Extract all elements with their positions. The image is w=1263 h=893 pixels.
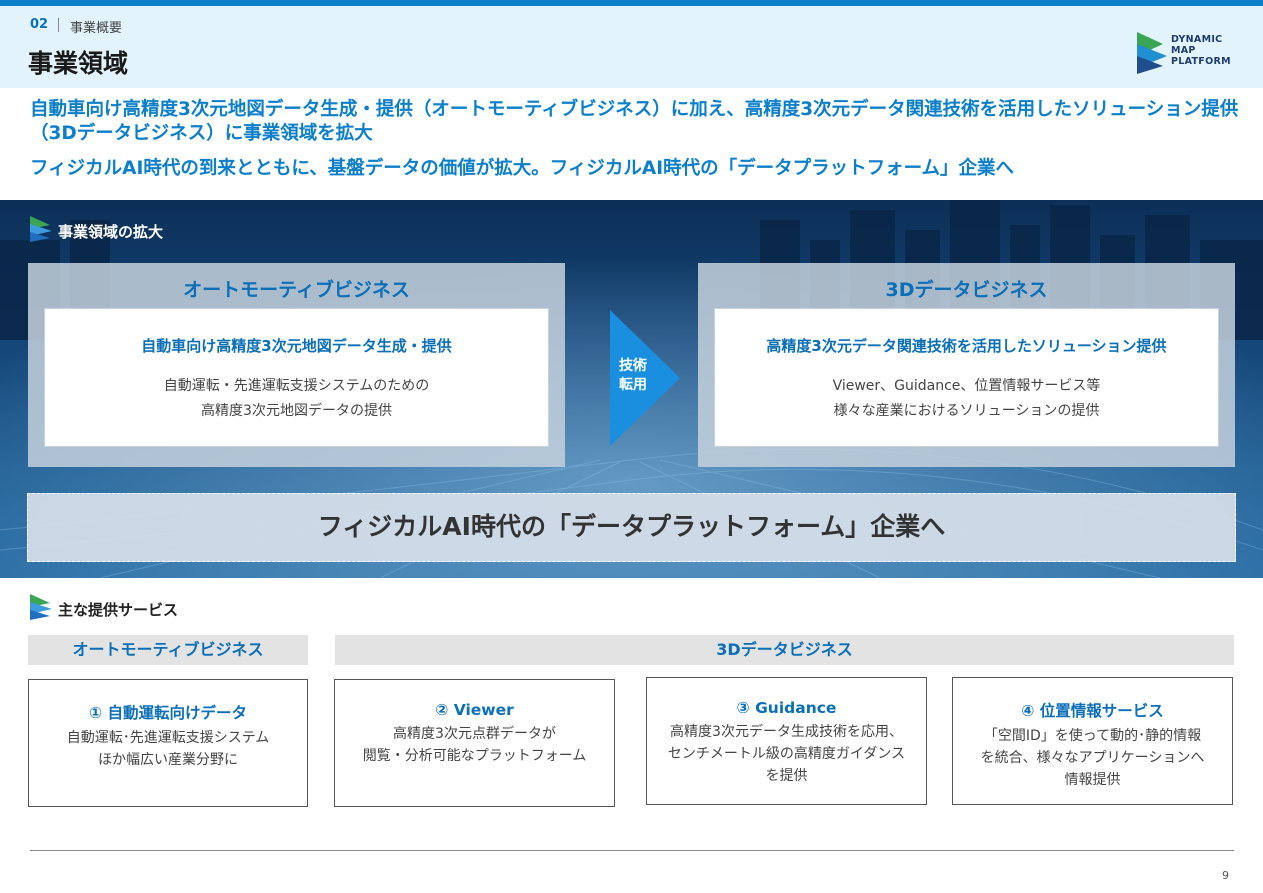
service-card-title: ② Viewer	[435, 701, 514, 719]
3d-data-description-line-2: 様々な産業におけるソリューションの提供	[833, 403, 1100, 419]
section-name: 事業概要	[70, 21, 123, 36]
tech-transfer-label-line-2: 転用	[619, 377, 647, 393]
footer-divider	[30, 850, 1234, 851]
platform-vision-text: フィジカルAI時代の「データプラットフォーム」企業へ	[317, 512, 946, 541]
category-automotive: オートモーティブビジネス	[28, 635, 308, 665]
3d-data-inner-heading: 高精度3次元データ関連技術を活用したソリューション提供	[766, 337, 1167, 355]
automotive-inner-heading: 自動車向け高精度3次元地図データ生成・提供	[141, 337, 452, 355]
service-card-description: 「空間ID」を使って動的･静的情報 を統合、様々なアプリケーションへ 情報提供	[953, 725, 1232, 791]
service-card-guidance: ③ Guidance 高精度3次元データ生成技術を応用、 センチメートル級の高精…	[646, 677, 927, 805]
3d-data-description: Viewer、Guidance、位置情報サービス等 様々な産業におけるソリューシ…	[715, 374, 1218, 424]
category-3d-data: 3Dデータビジネス	[335, 635, 1234, 665]
section-marker-icon	[30, 594, 52, 620]
logo-line-2: MAP	[1171, 45, 1196, 56]
3d-data-panel-title: 3Dデータビジネス	[885, 279, 1048, 301]
tech-transfer-label: 技術 転用	[618, 357, 648, 395]
logo-mark-icon	[1137, 32, 1167, 74]
service-card-viewer: ② Viewer 高精度3次元点群データが 閲覧・分析可能なプラットフォーム	[334, 679, 615, 807]
service-card-description: 高精度3次元データ生成技術を応用、 センチメートル級の高精度ガイダンス を提供	[647, 721, 926, 787]
automotive-description-line-1: 自動運転・先進運転支援システムのための	[163, 378, 430, 394]
page-header: 02 事業概要 事業領域 DYNAMIC MAP PLATFORM	[0, 6, 1263, 88]
company-logo: DYNAMIC MAP PLATFORM	[1137, 30, 1237, 76]
lead-statement-1: 自動車向け高精度3次元地図データ生成・提供（オートモーティブビジネス）に加え、高…	[30, 99, 1239, 144]
automotive-description: 自動運転・先進運転支援システムのための 高精度3次元地図データの提供	[45, 374, 548, 424]
tech-transfer-label-line-1: 技術	[619, 358, 647, 374]
section-number: 02	[30, 17, 49, 32]
automotive-panel-title: オートモーティブビジネス	[183, 279, 410, 301]
service-card-line: 高精度3次元データ生成技術を応用、	[670, 724, 903, 740]
service-card-line: を提供	[765, 768, 808, 784]
expansion-heading: 事業領域の拡大	[58, 223, 164, 241]
section-separator	[58, 18, 59, 32]
3d-data-panel-body: 高精度3次元データ関連技術を活用したソリューション提供 Viewer、Guida…	[714, 308, 1219, 447]
logo-line-3: PLATFORM	[1171, 56, 1231, 67]
automotive-panel: オートモーティブビジネス 自動車向け高精度3次元地図データ生成・提供 自動運転・…	[28, 263, 565, 467]
3d-data-panel: 3Dデータビジネス 高精度3次元データ関連技術を活用したソリューション提供 Vi…	[698, 263, 1235, 467]
3d-data-description-line-1: Viewer、Guidance、位置情報サービス等	[832, 378, 1101, 394]
services-heading: 主な提供サービス	[58, 601, 179, 619]
service-card-line: センチメートル級の高精度ガイダンス	[667, 746, 906, 762]
service-card-title: ④ 位置情報サービス	[1021, 702, 1164, 720]
service-card-line: 高精度3次元点群データが	[393, 726, 556, 742]
page-number: 9	[1222, 869, 1229, 882]
service-card-description: 高精度3次元点群データが 閲覧・分析可能なプラットフォーム	[335, 723, 614, 767]
service-card-title: ① 自動運転向けデータ	[88, 704, 248, 722]
service-card-location-info: ④ 位置情報サービス 「空間ID」を使って動的･静的情報 を統合、様々なアプリケ…	[952, 677, 1233, 805]
platform-vision-banner: フィジカルAI時代の「データプラットフォーム」企業へ	[27, 493, 1236, 562]
service-card-description: 自動運転･先進運転支援システム ほか幅広い産業分野に	[29, 727, 307, 771]
logo-line-1: DYNAMIC	[1171, 34, 1223, 45]
service-card-line: 情報提供	[1064, 772, 1121, 788]
automotive-panel-body: 自動車向け高精度3次元地図データ生成・提供 自動運転・先進運転支援システムのため…	[44, 308, 549, 447]
service-card-line: を統合、様々なアプリケーションへ	[980, 750, 1205, 766]
section-marker-icon	[30, 216, 52, 242]
logo-wordmark: DYNAMIC MAP PLATFORM	[1171, 34, 1231, 67]
lead-statement-2: フィジカルAI時代の到来とともに、基盤データの価値が拡大。フィジカルAI時代の「…	[30, 158, 1015, 179]
service-card-line: 自動運転･先進運転支援システム	[66, 730, 270, 746]
service-card-line: 「空間ID」を使って動的･静的情報	[983, 728, 1202, 744]
page-title: 事業領域	[28, 49, 129, 78]
service-card-autonomous-data: ① 自動運転向けデータ 自動運転･先進運転支援システム ほか幅広い産業分野に	[28, 679, 308, 807]
service-card-title: ③ Guidance	[736, 699, 837, 717]
service-card-line: ほか幅広い産業分野に	[98, 752, 238, 768]
service-card-line: 閲覧・分析可能なプラットフォーム	[362, 748, 587, 764]
automotive-description-line-2: 高精度3次元地図データの提供	[201, 403, 392, 419]
